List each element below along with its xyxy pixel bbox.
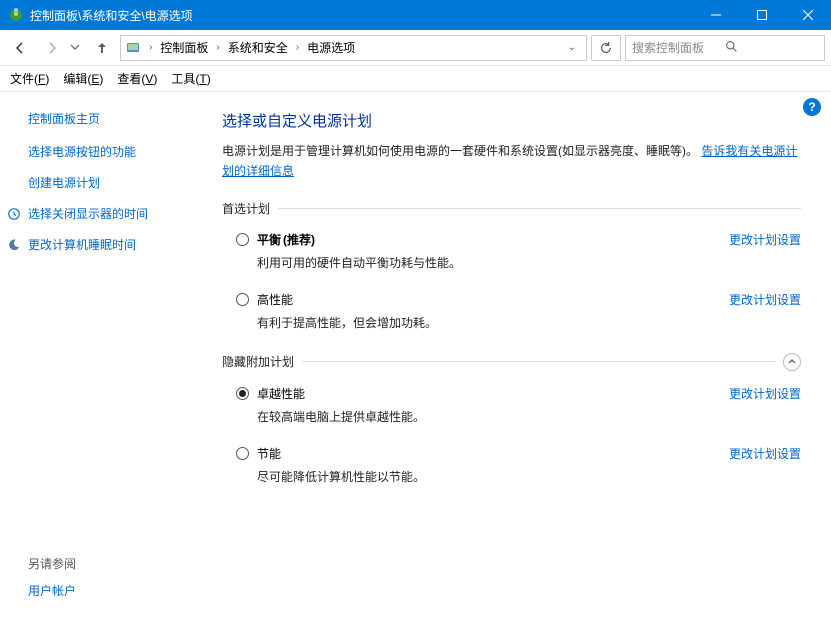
menu-tools[interactable]: 工具(T)	[171, 70, 210, 87]
group-label-additional: 隐藏附加计划	[222, 353, 294, 370]
help-icon[interactable]: ?	[803, 98, 821, 116]
sidebar: 控制面板主页 选择电源按钮的功能 创建电源计划 选择关闭显示器的时间 更改计算机…	[0, 92, 210, 633]
change-plan-link-power-saver[interactable]: 更改计划设置	[729, 445, 801, 462]
radio-high-performance[interactable]	[236, 293, 249, 306]
plan-desc-balanced: 利用可用的硬件自动平衡功耗与性能。	[257, 254, 801, 271]
menu-bar: 文件(F) 编辑(E) 查看(V) 工具(T)	[0, 66, 831, 92]
plan-power-saver: 节能 更改计划设置 尽可能降低计算机性能以节能。	[236, 445, 801, 485]
page-title: 选择或自定义电源计划	[222, 110, 801, 131]
breadcrumb-system-security[interactable]: 系统和安全	[224, 37, 292, 58]
change-plan-link-balanced[interactable]: 更改计划设置	[729, 231, 801, 248]
menu-file[interactable]: 文件(F)	[10, 70, 49, 87]
breadcrumb[interactable]: › 控制面板 › 系统和安全 › 电源选项 ⌄	[120, 35, 587, 61]
chevron-right-icon[interactable]: ›	[294, 42, 301, 53]
sidebar-link-power-button[interactable]: 选择电源按钮的功能	[10, 143, 196, 160]
sidebar-link-user-accounts[interactable]: 用户帐户	[28, 582, 196, 599]
chevron-right-icon[interactable]: ›	[214, 42, 221, 53]
refresh-button[interactable]	[591, 35, 621, 61]
sidebar-link-create-plan[interactable]: 创建电源计划	[10, 174, 196, 191]
change-plan-link-ultimate[interactable]: 更改计划设置	[729, 385, 801, 402]
up-button[interactable]	[88, 34, 116, 62]
collapse-button[interactable]	[783, 353, 801, 371]
search-icon[interactable]	[725, 40, 818, 56]
app-icon	[8, 7, 24, 23]
chevron-down-icon[interactable]: ⌄	[562, 42, 582, 53]
breadcrumb-power-options[interactable]: 电源选项	[303, 37, 359, 58]
plan-name-high-performance[interactable]: 高性能	[257, 291, 293, 308]
group-label-preferred: 首选计划	[222, 200, 270, 217]
clock-icon	[6, 206, 22, 222]
plan-name-ultimate[interactable]: 卓越性能	[257, 385, 305, 402]
back-button[interactable]	[6, 34, 34, 62]
forward-button[interactable]	[38, 34, 66, 62]
plan-high-performance: 高性能 更改计划设置 有利于提高性能，但会增加功耗。	[236, 291, 801, 331]
menu-edit[interactable]: 编辑(E)	[63, 70, 103, 87]
maximize-button[interactable]	[739, 0, 785, 30]
radio-ultimate[interactable]	[236, 387, 249, 400]
search-placeholder: 搜索控制面板	[632, 39, 725, 56]
additional-plans-group: 隐藏附加计划 卓越性能 更改计划设置 在较高端电脑上提供卓越性能。 节能 更改计…	[222, 353, 801, 485]
close-button[interactable]	[785, 0, 831, 30]
sidebar-link-display-off[interactable]: 选择关闭显示器的时间	[10, 205, 196, 222]
plan-desc-ultimate: 在较高端电脑上提供卓越性能。	[257, 408, 801, 425]
menu-view[interactable]: 查看(V)	[117, 70, 157, 87]
window-title: 控制面板\系统和安全\电源选项	[30, 7, 693, 24]
search-input[interactable]: 搜索控制面板	[625, 35, 825, 61]
sidebar-footer: 另请参阅 用户帐户	[28, 555, 196, 619]
history-dropdown[interactable]	[70, 41, 84, 55]
plan-ultimate: 卓越性能 更改计划设置 在较高端电脑上提供卓越性能。	[236, 385, 801, 425]
radio-power-saver[interactable]	[236, 447, 249, 460]
content-body: 控制面板主页 选择电源按钮的功能 创建电源计划 选择关闭显示器的时间 更改计算机…	[0, 92, 831, 633]
plan-desc-high-performance: 有利于提高性能，但会增加功耗。	[257, 314, 801, 331]
preferred-plans-group: 首选计划 平衡 (推荐) 更改计划设置 利用可用的硬件自动平衡功耗与性能。 高性…	[222, 200, 801, 331]
breadcrumb-root[interactable]: 控制面板	[156, 37, 212, 58]
minimize-button[interactable]	[693, 0, 739, 30]
change-plan-link-high-performance[interactable]: 更改计划设置	[729, 291, 801, 308]
window-buttons	[693, 0, 831, 30]
plan-name-balanced[interactable]: 平衡	[257, 231, 281, 248]
plan-name-power-saver[interactable]: 节能	[257, 445, 281, 462]
main-content: ? 选择或自定义电源计划 电源计划是用于管理计算机如何使用电源的一套硬件和系统设…	[210, 92, 831, 633]
sidebar-link-sleep-time[interactable]: 更改计算机睡眠时间	[10, 236, 196, 253]
radio-balanced[interactable]	[236, 233, 249, 246]
sidebar-home-link[interactable]: 控制面板主页	[28, 110, 196, 127]
moon-icon	[6, 237, 22, 253]
plan-desc-power-saver: 尽可能降低计算机性能以节能。	[257, 468, 801, 485]
control-panel-icon	[125, 40, 141, 56]
see-also-heading: 另请参阅	[28, 555, 196, 572]
recommended-badge: (推荐)	[283, 231, 315, 248]
chevron-right-icon[interactable]: ›	[147, 42, 154, 53]
window-titlebar: 控制面板\系统和安全\电源选项	[0, 0, 831, 30]
plan-balanced: 平衡 (推荐) 更改计划设置 利用可用的硬件自动平衡功耗与性能。	[236, 231, 801, 271]
intro-text: 电源计划是用于管理计算机如何使用电源的一套硬件和系统设置(如显示器亮度、睡眠等)…	[222, 141, 801, 182]
address-bar: › 控制面板 › 系统和安全 › 电源选项 ⌄ 搜索控制面板	[0, 30, 831, 66]
